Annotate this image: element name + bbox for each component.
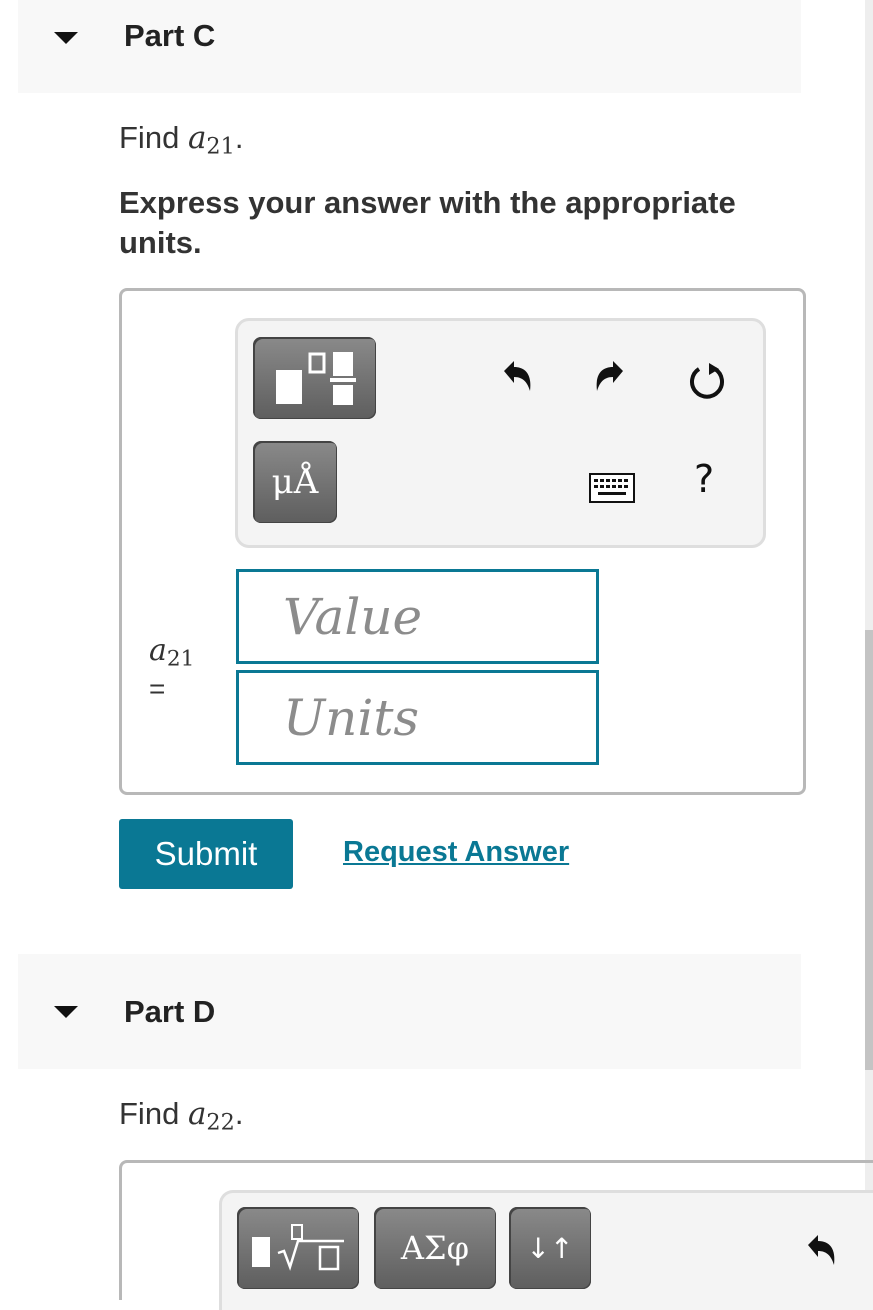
part-c-title: Part C [124,18,216,53]
undo-icon[interactable] [800,1231,840,1271]
arrows-icon: ↓↑ [526,1231,574,1265]
templates-icon [275,352,356,405]
part-d-title: Part D [124,994,216,1029]
arrows-button[interactable]: ↓↑ [509,1207,591,1289]
variable-subscript: 21 [206,133,235,160]
answer-box: μÅ ? a21 = Value Units [119,288,806,795]
collapse-caret-icon[interactable] [54,32,78,44]
templates-button[interactable] [237,1207,359,1289]
help-icon[interactable]: ? [694,457,714,501]
scrollbar-thumb[interactable] [865,630,873,1070]
answer-label-variable: a [149,633,167,668]
answer-label: a21 [149,633,194,671]
answer-instruction: Express your answer with the appropriate… [119,185,736,260]
reset-icon[interactable] [685,359,729,403]
value-input[interactable]: Value [236,569,599,664]
answer-label-subscript: 21 [166,646,195,672]
submit-button[interactable]: Submit [119,819,293,889]
units-placeholder: Units [283,688,420,747]
math-toolbar: μÅ ? [235,318,766,548]
units-input[interactable]: Units [236,670,599,765]
answer-label-equals: = [149,673,166,704]
keyboard-icon[interactable] [588,472,636,504]
units-button[interactable]: μÅ [253,441,337,523]
templates-icon [252,1224,344,1271]
greek-button[interactable]: ΑΣφ [374,1207,496,1289]
find-text: Find [119,120,180,155]
part-c-header[interactable]: Part C [18,0,801,93]
part-d-answer-box: ΑΣφ ↓↑ [119,1160,873,1310]
variable-name: a [187,120,207,156]
templates-button[interactable] [253,337,376,419]
value-placeholder: Value [283,587,423,646]
part-d-header[interactable]: Part D [18,954,801,1069]
part-d-question: Find a22. [119,1096,244,1136]
part-c-question: Find a21. [119,120,244,160]
collapse-caret-icon[interactable] [54,1006,78,1018]
variable-subscript: 22 [206,1109,235,1136]
units-icon: μÅ [271,462,319,502]
request-answer-link[interactable]: Request Answer [343,836,569,869]
find-text: Find [119,1096,180,1131]
redo-icon[interactable] [591,357,631,397]
greek-icon: ΑΣφ [400,1229,470,1267]
part-d-math-toolbar: ΑΣφ ↓↑ [219,1190,873,1310]
variable-name: a [187,1096,207,1132]
undo-icon[interactable] [496,357,536,397]
